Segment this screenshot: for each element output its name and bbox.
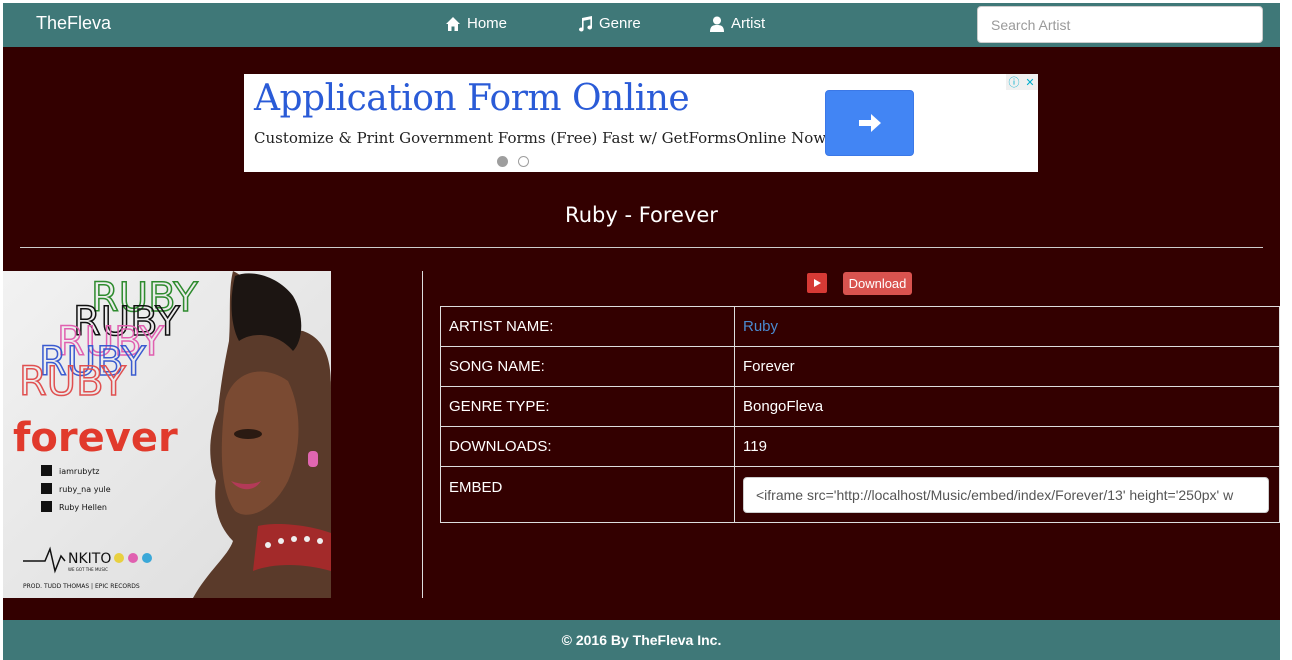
row-key: SONG NAME: — [440, 346, 735, 387]
cover-social-facebook: Ruby Hellen — [59, 503, 107, 512]
page: TheFleva Home Genre Artist Application F… — [3, 3, 1280, 660]
ad-dot[interactable] — [518, 156, 529, 167]
cover-tagline: WE GOT THE MUSIC — [68, 567, 108, 572]
cover-label: NKITO — [68, 551, 111, 567]
nav-item-genre[interactable]: Genre — [577, 15, 641, 32]
vertical-divider — [422, 271, 423, 598]
info-icon[interactable]: ⓘ — [1006, 74, 1022, 90]
embed-code-field[interactable] — [743, 476, 1269, 513]
album-cover: RUBY RUBY RUBY RUBY RUBY forever iamruby… — [3, 271, 331, 598]
cover-social-twitter: iamrubytz — [59, 467, 99, 476]
ad-go-button[interactable] — [825, 90, 914, 156]
artist-link[interactable]: Ruby — [743, 318, 778, 335]
divider — [20, 247, 1263, 248]
table-row: ARTIST NAME: Ruby — [440, 306, 1280, 347]
ad-title[interactable]: Application Form Online — [254, 78, 690, 119]
footer: © 2016 By TheFleva Inc. — [3, 620, 1280, 660]
footer-copyright: © 2016 By TheFleva Inc. — [561, 632, 722, 648]
user-icon — [710, 16, 724, 32]
row-value: Ruby — [734, 306, 1280, 347]
nav-item-artist[interactable]: Artist — [709, 15, 765, 32]
song-info-table: ARTIST NAME: Ruby SONG NAME: Forever GEN… — [440, 306, 1280, 523]
ad-dot-active[interactable] — [497, 156, 508, 167]
row-value: Forever — [734, 346, 1280, 387]
ad-banner[interactable]: Application Form Online Customize & Prin… — [244, 74, 1038, 172]
table-row: EMBED — [440, 466, 1280, 523]
cover-song-word: forever — [13, 415, 178, 461]
table-row: GENRE TYPE: BongoFleva — [440, 386, 1280, 427]
brand-logo[interactable]: TheFleva — [36, 13, 111, 34]
nav-item-label: Artist — [731, 15, 766, 32]
download-button[interactable]: Download — [843, 272, 912, 295]
table-row: DOWNLOADS: 119 — [440, 426, 1280, 467]
arrow-right-icon — [858, 114, 881, 132]
play-button[interactable] — [807, 273, 827, 293]
nav-item-label: Genre — [599, 15, 641, 32]
navbar: TheFleva Home Genre Artist — [3, 3, 1280, 47]
row-key: ARTIST NAME: — [440, 306, 735, 347]
page-title: Ruby - Forever — [565, 203, 718, 227]
ad-controls: ⓘ ✕ — [1006, 74, 1038, 90]
music-note-icon — [579, 15, 592, 32]
row-key: GENRE TYPE: — [440, 386, 735, 427]
row-value: 119 — [734, 426, 1280, 467]
cover-social-instagram: ruby_na yule — [59, 485, 111, 494]
ad-pagination — [497, 156, 529, 167]
row-value — [734, 466, 1280, 523]
row-key: EMBED — [440, 466, 735, 523]
nav-item-home[interactable]: Home — [445, 15, 507, 32]
cover-art: RUBY RUBY RUBY RUBY RUBY forever iamruby… — [3, 271, 331, 598]
cover-text: RUBY — [19, 359, 126, 405]
row-key: DOWNLOADS: — [440, 426, 735, 467]
search-input[interactable] — [977, 6, 1263, 43]
table-row: SONG NAME: Forever — [440, 346, 1280, 387]
play-icon — [814, 279, 821, 287]
nav-item-label: Home — [467, 15, 508, 32]
close-icon[interactable]: ✕ — [1022, 74, 1038, 90]
row-value: BongoFleva — [734, 386, 1280, 427]
ad-subtitle[interactable]: Customize & Print Government Forms (Free… — [254, 129, 832, 147]
cover-credits: PROD. TUDD THOMAS | EPIC RECORDS — [23, 583, 140, 590]
home-icon — [446, 16, 460, 31]
